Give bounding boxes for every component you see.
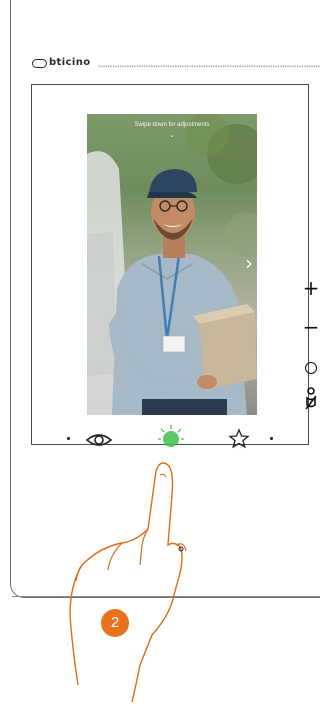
microphone-mute-button[interactable] [300,387,320,415]
favorite-button[interactable] [228,428,250,450]
pointing-hand-icon [69,462,187,703]
indicator-dot [67,437,70,440]
hand-pointer-illustration [40,445,210,703]
brand-logo-ring [32,58,47,68]
swipe-hint-text: Swipe down for adjustments [134,122,210,128]
brand-strip: bticino [32,58,91,68]
microphone-muted-icon [305,387,317,410]
circle-icon [305,362,317,374]
volume-down-button[interactable]: − [300,317,320,337]
volume-up-button[interactable]: + [300,278,320,298]
next-camera-arrow-icon[interactable]: › [245,253,253,273]
courier-photo [87,114,257,415]
brand-speaker-grille [98,65,320,68]
brand-logo: bticino [49,57,91,68]
camera-video-feed[interactable]: Swipe down for adjustments ⌄ › [87,114,257,415]
chevron-down-icon[interactable]: ⌄ [169,131,175,139]
indicator-dot [270,437,273,440]
star-icon [228,428,250,449]
step-number-badge: 2 [101,609,129,637]
display-screen: Swipe down for adjustments ⌄ › + − [31,84,319,445]
answer-call-button[interactable] [300,359,320,378]
